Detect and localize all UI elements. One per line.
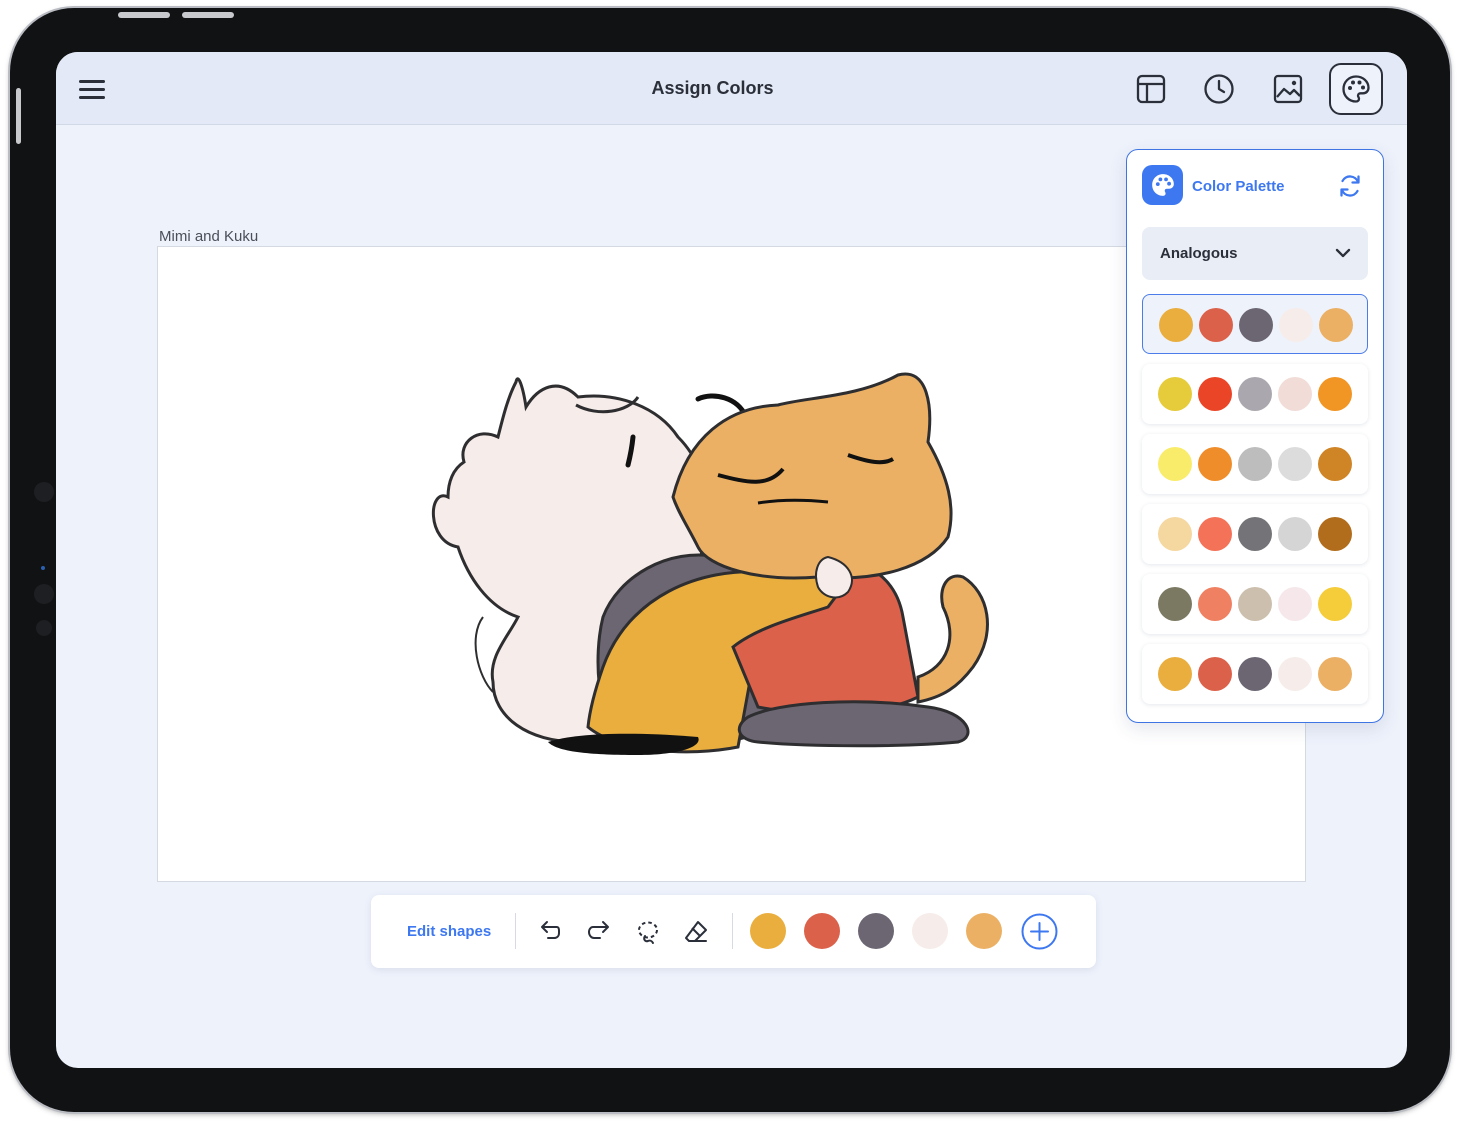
palette-option[interactable] xyxy=(1142,504,1368,564)
color-swatch[interactable] xyxy=(912,913,948,949)
palette-color-dot xyxy=(1238,517,1272,551)
palette-color-dot xyxy=(1318,657,1352,691)
palette-logo-icon xyxy=(1142,165,1183,205)
eraser-icon[interactable] xyxy=(681,917,711,947)
toolbar-divider xyxy=(732,913,733,949)
undo-icon[interactable] xyxy=(536,917,566,947)
palette-color-dot xyxy=(1158,377,1192,411)
palette-color-dot xyxy=(1158,517,1192,551)
color-swatch[interactable] xyxy=(966,913,1002,949)
palette-option[interactable] xyxy=(1142,364,1368,424)
history-clock-icon[interactable] xyxy=(1192,63,1246,115)
layout-icon[interactable] xyxy=(1124,63,1178,115)
camera-sensor xyxy=(36,620,52,636)
palette-color-dot xyxy=(1278,447,1312,481)
camera-indicator xyxy=(41,566,45,570)
color-swatch[interactable] xyxy=(858,913,894,949)
redo-icon[interactable] xyxy=(584,917,614,947)
scheme-select-value: Analogous xyxy=(1160,245,1238,262)
scheme-select[interactable]: Analogous xyxy=(1142,227,1368,280)
palette-color-dot xyxy=(1159,308,1193,342)
camera-sensor xyxy=(34,584,54,604)
palette-color-dot xyxy=(1318,517,1352,551)
palette-color-dot xyxy=(1278,517,1312,551)
palette-color-dot xyxy=(1198,447,1232,481)
palette-color-dot xyxy=(1198,377,1232,411)
palette-color-dot xyxy=(1198,657,1232,691)
palette-color-dot xyxy=(1278,377,1312,411)
refresh-icon[interactable] xyxy=(1337,173,1363,199)
palette-color-dot xyxy=(1238,657,1272,691)
palette-color-dot xyxy=(1239,308,1273,342)
tablet-frame: Assign Colors Mimi and Kuku Color Palett… xyxy=(10,8,1450,1112)
bottom-toolbar: Edit shapes xyxy=(371,895,1096,968)
palette-color-dot xyxy=(1238,587,1272,621)
palette-color-dot xyxy=(1278,587,1312,621)
palette-color-dot xyxy=(1279,308,1313,342)
palette-color-dot xyxy=(1158,447,1192,481)
palette-color-dot xyxy=(1278,657,1312,691)
document-title: Mimi and Kuku xyxy=(159,228,259,245)
palette-option[interactable] xyxy=(1142,574,1368,634)
color-palette-panel: Color Palette Analogous xyxy=(1126,149,1384,723)
image-icon[interactable] xyxy=(1261,63,1315,115)
app-screen: Assign Colors Mimi and Kuku Color Palett… xyxy=(56,52,1407,1068)
panel-title: Color Palette xyxy=(1192,178,1285,195)
palette-color-dot xyxy=(1158,657,1192,691)
chevron-down-icon xyxy=(1335,248,1351,258)
palette-color-dot xyxy=(1198,517,1232,551)
palette-option[interactable] xyxy=(1142,434,1368,494)
add-color-icon[interactable] xyxy=(1021,913,1058,950)
palette-color-dot xyxy=(1318,587,1352,621)
palette-color-dot xyxy=(1318,377,1352,411)
edit-shapes-button[interactable]: Edit shapes xyxy=(407,923,491,940)
palette-color-dot xyxy=(1319,308,1353,342)
power-button xyxy=(16,88,21,144)
color-swatch[interactable] xyxy=(750,913,786,949)
lasso-icon[interactable] xyxy=(633,917,663,947)
palette-color-dot xyxy=(1238,447,1272,481)
palette-color-dot xyxy=(1198,587,1232,621)
camera xyxy=(34,482,54,502)
volume-button xyxy=(118,12,170,18)
top-bar: Assign Colors xyxy=(56,52,1407,125)
palette-color-dot xyxy=(1318,447,1352,481)
color-swatch[interactable] xyxy=(804,913,840,949)
palette-color-dot xyxy=(1238,377,1272,411)
palette-option[interactable] xyxy=(1142,644,1368,704)
palette-color-dot xyxy=(1199,308,1233,342)
palette-icon[interactable] xyxy=(1329,63,1383,115)
toolbar-divider xyxy=(515,913,516,949)
palette-option[interactable] xyxy=(1142,294,1368,354)
palette-color-dot xyxy=(1158,587,1192,621)
volume-button xyxy=(182,12,234,18)
